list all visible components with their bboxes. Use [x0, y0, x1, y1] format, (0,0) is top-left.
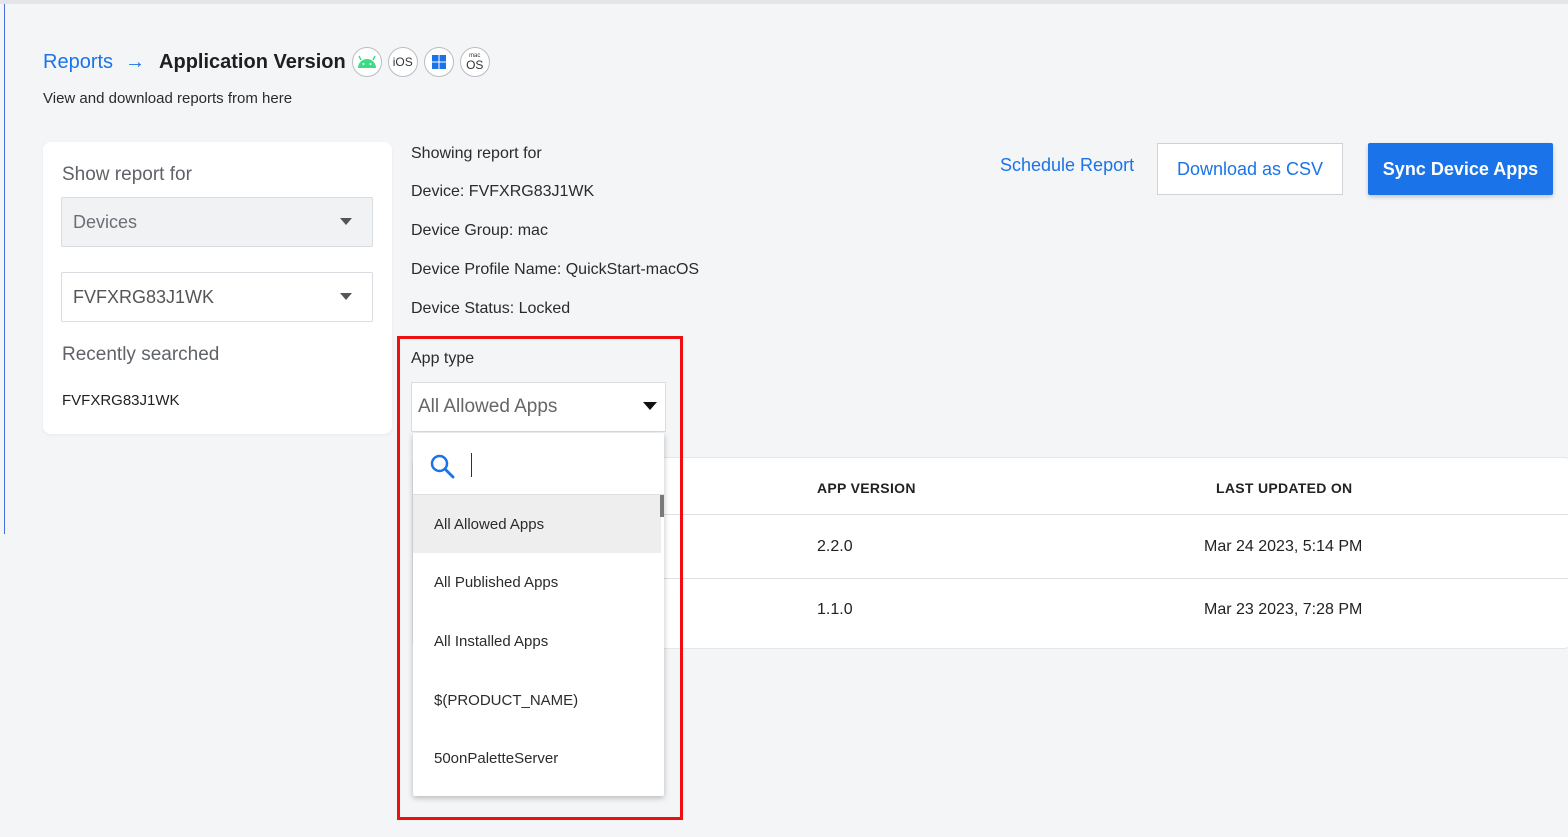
show-report-label: Show report for	[62, 164, 192, 185]
macos-icon-bottom: OS	[466, 58, 484, 72]
download-csv-button[interactable]: Download as CSV	[1157, 143, 1343, 195]
app-type-select[interactable]: All Allowed Apps	[411, 382, 666, 432]
device-status-info: Device Status: Locked	[411, 300, 571, 317]
left-border	[4, 4, 5, 534]
showing-report-label: Showing report for	[411, 145, 542, 162]
device-group-info: Device Group: mac	[411, 222, 548, 239]
os-icons: iOS mac OS	[351, 47, 490, 77]
device-value: FVFXRG83J1WK	[73, 286, 215, 307]
breadcrumb-reports-link[interactable]: Reports	[43, 51, 113, 74]
page-subtitle: View and download reports from here	[43, 90, 293, 107]
recent-search-item[interactable]: FVFXRG83J1WK	[62, 392, 180, 409]
dropdown-option[interactable]: All Allowed Apps	[413, 495, 661, 553]
windows-icon	[423, 47, 454, 77]
dropdown-search-input[interactable]	[471, 453, 641, 477]
page-title: Application Version	[159, 50, 346, 73]
android-icon	[351, 47, 382, 77]
ios-icon: iOS	[387, 47, 418, 77]
caret-down-icon	[643, 402, 657, 410]
report-type-select[interactable]: Devices	[61, 197, 373, 247]
schedule-report-button[interactable]: Schedule Report	[1000, 155, 1134, 176]
row-2-app-version: 1.1.0	[817, 601, 853, 618]
search-icon	[430, 454, 455, 479]
dropdown-search	[413, 433, 664, 495]
device-select[interactable]: FVFXRG83J1WK	[61, 272, 373, 322]
row-2-last-updated: Mar 23 2023, 7:28 PM	[1204, 601, 1363, 618]
dropdown-option[interactable]: All Installed Apps	[413, 612, 661, 670]
top-border	[0, 0, 1568, 4]
macos-icon: mac OS	[459, 47, 490, 77]
device-profile-info: Device Profile Name: QuickStart-macOS	[411, 261, 700, 278]
recently-searched-label: Recently searched	[62, 344, 220, 365]
report-filter-card: Show report for Devices FVFXRG83J1WK Rec…	[43, 142, 392, 434]
app-type-label: App type	[411, 350, 475, 367]
sync-device-apps-button[interactable]: Sync Device Apps	[1368, 143, 1553, 195]
dropdown-scrollbar[interactable]	[660, 495, 664, 517]
row-1-app-version: 2.2.0	[817, 538, 853, 555]
app-type-selected-value: All Allowed Apps	[418, 396, 558, 417]
report-type-value: Devices	[73, 211, 138, 232]
breadcrumb: Reports → Application Version iOS mac OS	[43, 46, 490, 78]
row-1-last-updated: Mar 24 2023, 5:14 PM	[1204, 538, 1363, 555]
dropdown-option[interactable]: $(PRODUCT_NAME)	[413, 671, 661, 729]
column-header-app-version[interactable]: APP VERSION	[817, 480, 916, 496]
chevron-down-icon	[340, 293, 352, 300]
column-header-last-updated[interactable]: LAST UPDATED ON	[1216, 480, 1352, 496]
device-info: Device: FVFXRG83J1WK	[411, 183, 595, 200]
breadcrumb-arrow-icon: →	[125, 50, 146, 73]
app-type-dropdown-menu: All Allowed Apps All Published Apps All …	[413, 433, 664, 796]
chevron-down-icon	[340, 218, 352, 225]
dropdown-option[interactable]: All Published Apps	[413, 553, 661, 611]
dropdown-option[interactable]: 50onPaletteServer	[413, 729, 661, 787]
